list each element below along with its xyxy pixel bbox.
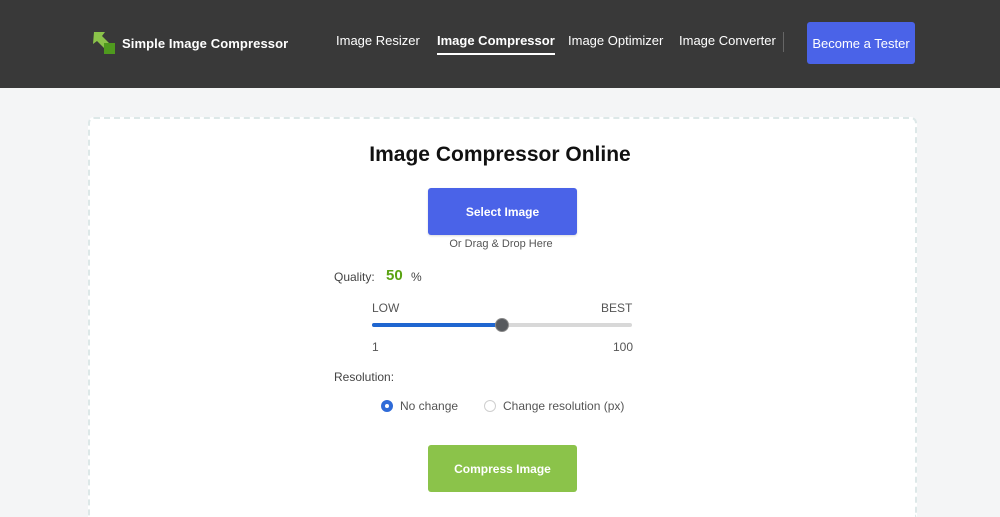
select-image-button[interactable]: Select Image (428, 188, 577, 235)
resolution-label: Resolution: (334, 370, 395, 384)
quality-unit: % (411, 270, 422, 284)
quality-label: Quality: (334, 270, 375, 284)
page-title: Image Compressor Online (369, 143, 631, 166)
drag-drop-hint: Or Drag & Drop Here (449, 238, 553, 250)
become-tester-button[interactable]: Become a Tester (807, 22, 915, 64)
radio-change-resolution[interactable]: Change resolution (px) (484, 399, 624, 413)
nav-image-converter[interactable]: Image Converter (679, 30, 776, 52)
radio-no-change-label: No change (400, 399, 459, 413)
nav-image-resizer[interactable]: Image Resizer (336, 30, 420, 52)
nav-image-optimizer[interactable]: Image Optimizer (568, 30, 663, 52)
slider-max-label: 100 (613, 340, 634, 354)
slider-best-label: BEST (601, 301, 633, 315)
compress-image-button[interactable]: Compress Image (428, 445, 577, 492)
quality-slider-thumb[interactable] (495, 318, 509, 332)
top-navigation-bar: Simple Image Compressor Image Resizer Im… (0, 0, 1000, 88)
nav-divider (783, 32, 784, 52)
radio-button-checked[interactable] (381, 400, 393, 412)
slider-low-label: LOW (372, 301, 400, 315)
radio-no-change[interactable]: No change (381, 399, 458, 413)
nav-image-compressor[interactable]: Image Compressor (437, 30, 555, 55)
radio-change-resolution-label: Change resolution (px) (503, 399, 625, 413)
slider-min-label: 1 (372, 340, 379, 354)
quality-value: 50 (386, 267, 403, 284)
quality-slider-fill (372, 323, 502, 327)
quality-slider[interactable] (372, 318, 632, 332)
radio-button-unchecked[interactable] (484, 400, 496, 412)
